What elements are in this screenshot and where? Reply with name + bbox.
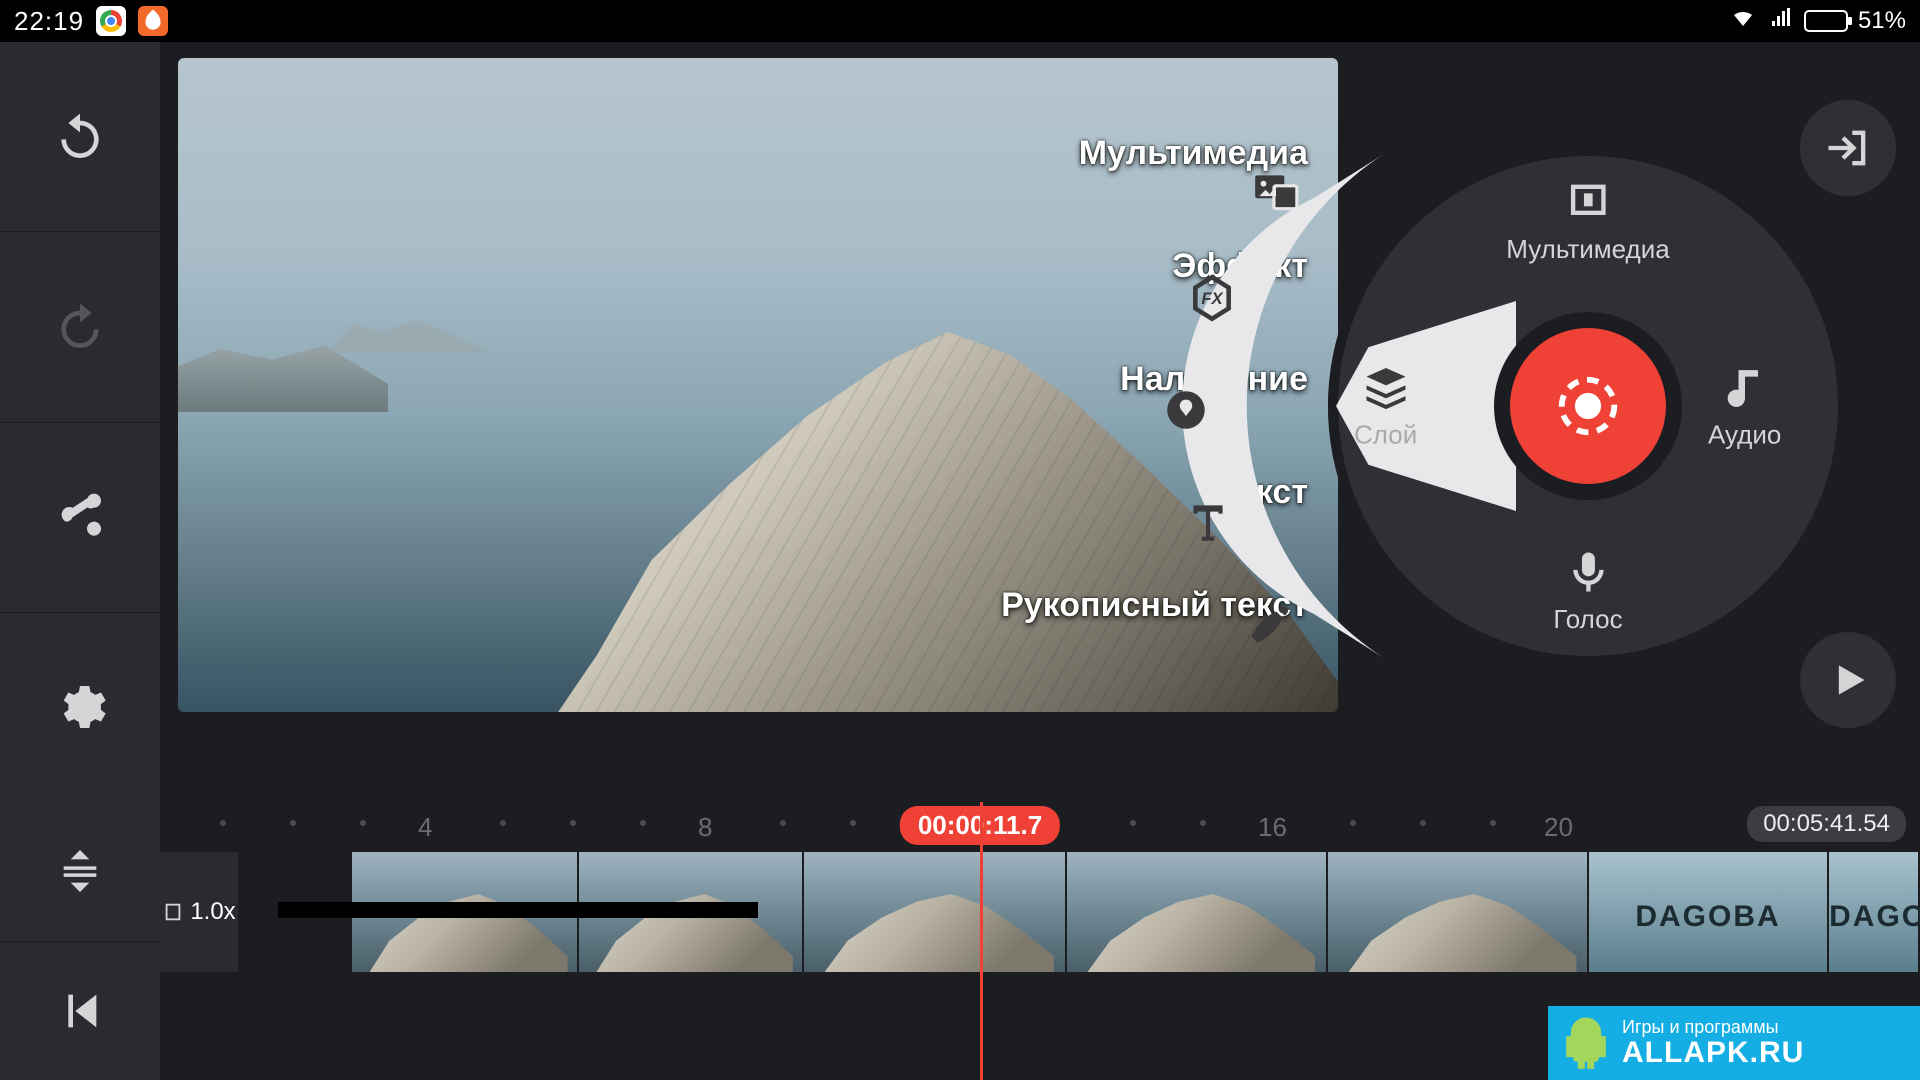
wheel-voice[interactable]: Голос — [1553, 546, 1622, 635]
left-toolbar — [0, 42, 160, 802]
editor-area: Мультимедиа Эффект Наложение Текст Рукоп… — [0, 42, 1920, 802]
timeline-toolbar — [0, 802, 160, 1080]
timeline-expand-button[interactable] — [0, 802, 160, 942]
battery-percent: 51% — [1858, 7, 1906, 35]
clip[interactable] — [1829, 852, 1920, 972]
ruler-tick: 20 — [1544, 812, 1573, 843]
submenu-multimedia[interactable] — [1244, 160, 1308, 224]
time-ruler[interactable]: 4 8 16 20 00:00:11.7 00:05:41.54 — [160, 802, 1920, 846]
ruler-tick: 4 — [418, 812, 432, 843]
svg-text:FX: FX — [1201, 289, 1223, 308]
ruler-tick: 16 — [1258, 812, 1287, 843]
android-status-bar: 22:19 51% — [0, 0, 1920, 42]
watermark-tagline: Игры и программы — [1622, 1017, 1804, 1038]
record-button[interactable] — [1510, 328, 1666, 484]
exit-button[interactable] — [1800, 100, 1896, 196]
android-icon — [1558, 1014, 1614, 1070]
clip[interactable] — [804, 852, 1067, 972]
playhead[interactable] — [980, 802, 983, 1080]
submenu-handwriting[interactable] — [1236, 592, 1300, 656]
wifi-icon — [1728, 6, 1758, 37]
jump-to-start-button[interactable] — [0, 942, 160, 1080]
clock: 22:19 — [14, 6, 84, 37]
submenu-overlay[interactable] — [1154, 378, 1218, 442]
timeline-body[interactable]: 4 8 16 20 00:00:11.7 00:05:41.54 1.0x — [160, 802, 1920, 1080]
total-duration: 00:05:41.54 — [1747, 806, 1906, 842]
redo-button[interactable] — [0, 232, 160, 422]
undo-button[interactable] — [0, 42, 160, 232]
chrome-icon — [96, 6, 126, 36]
submenu-effect[interactable]: FX — [1180, 266, 1244, 330]
wheel-audio[interactable]: Аудио — [1708, 362, 1781, 451]
app-icon-orange — [138, 6, 168, 36]
settings-button[interactable] — [0, 613, 160, 802]
battery-icon — [1804, 10, 1848, 32]
ruler-tick: 8 — [698, 812, 712, 843]
clip-speed[interactable]: 1.0x — [160, 852, 240, 972]
clip[interactable] — [1589, 852, 1829, 972]
timeline-panel: 4 8 16 20 00:00:11.7 00:05:41.54 1.0x — [0, 802, 1920, 1080]
clip[interactable] — [1328, 852, 1589, 972]
wheel-layer[interactable]: Слой — [1354, 362, 1417, 451]
share-button[interactable] — [0, 423, 160, 613]
action-wheel: FX Мультимедиа Аудио Голос Слой — [1268, 86, 1908, 726]
submenu-text[interactable] — [1176, 490, 1240, 554]
watermark-brand: ALLAPK.RU — [1622, 1036, 1804, 1070]
watermark: Игры и программы ALLAPK.RU — [1548, 1006, 1920, 1080]
clip[interactable] — [1067, 852, 1328, 972]
signal-icon — [1768, 6, 1794, 37]
wheel-multimedia[interactable]: Мультимедиа — [1506, 176, 1669, 265]
play-button[interactable] — [1800, 632, 1896, 728]
